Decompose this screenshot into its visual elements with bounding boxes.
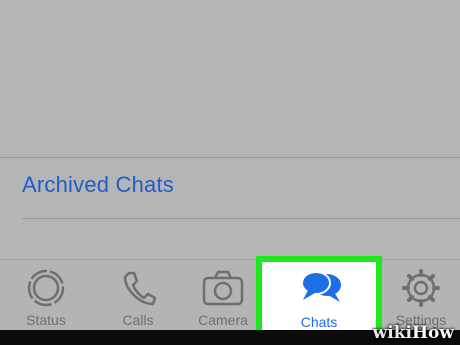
chats-screen: Archived Chats Status Calls Camera Setti… [0, 0, 460, 345]
tab-status[interactable]: Status [0, 260, 92, 330]
tab-settings[interactable]: Settings [382, 260, 460, 330]
archived-chats-link[interactable]: Archived Chats [22, 172, 174, 198]
wikihow-watermark: wikiHow [372, 323, 454, 343]
phone-icon [120, 268, 157, 313]
tab-chats[interactable]: Chats [256, 256, 382, 338]
status-icon [26, 268, 66, 313]
tab-status-label: Status [26, 312, 66, 328]
tab-camera-label: Camera [198, 312, 248, 328]
camera-icon [201, 268, 245, 313]
tab-calls[interactable]: Calls [92, 260, 184, 330]
tab-chats-label: Chats [300, 314, 338, 330]
tab-bar: Status Calls Camera Settings [0, 260, 460, 330]
divider [22, 218, 460, 219]
chats-icon [298, 268, 346, 313]
tab-camera[interactable]: Camera [184, 260, 262, 330]
tab-calls-label: Calls [122, 312, 154, 328]
gear-icon [401, 268, 441, 313]
divider [0, 157, 460, 158]
